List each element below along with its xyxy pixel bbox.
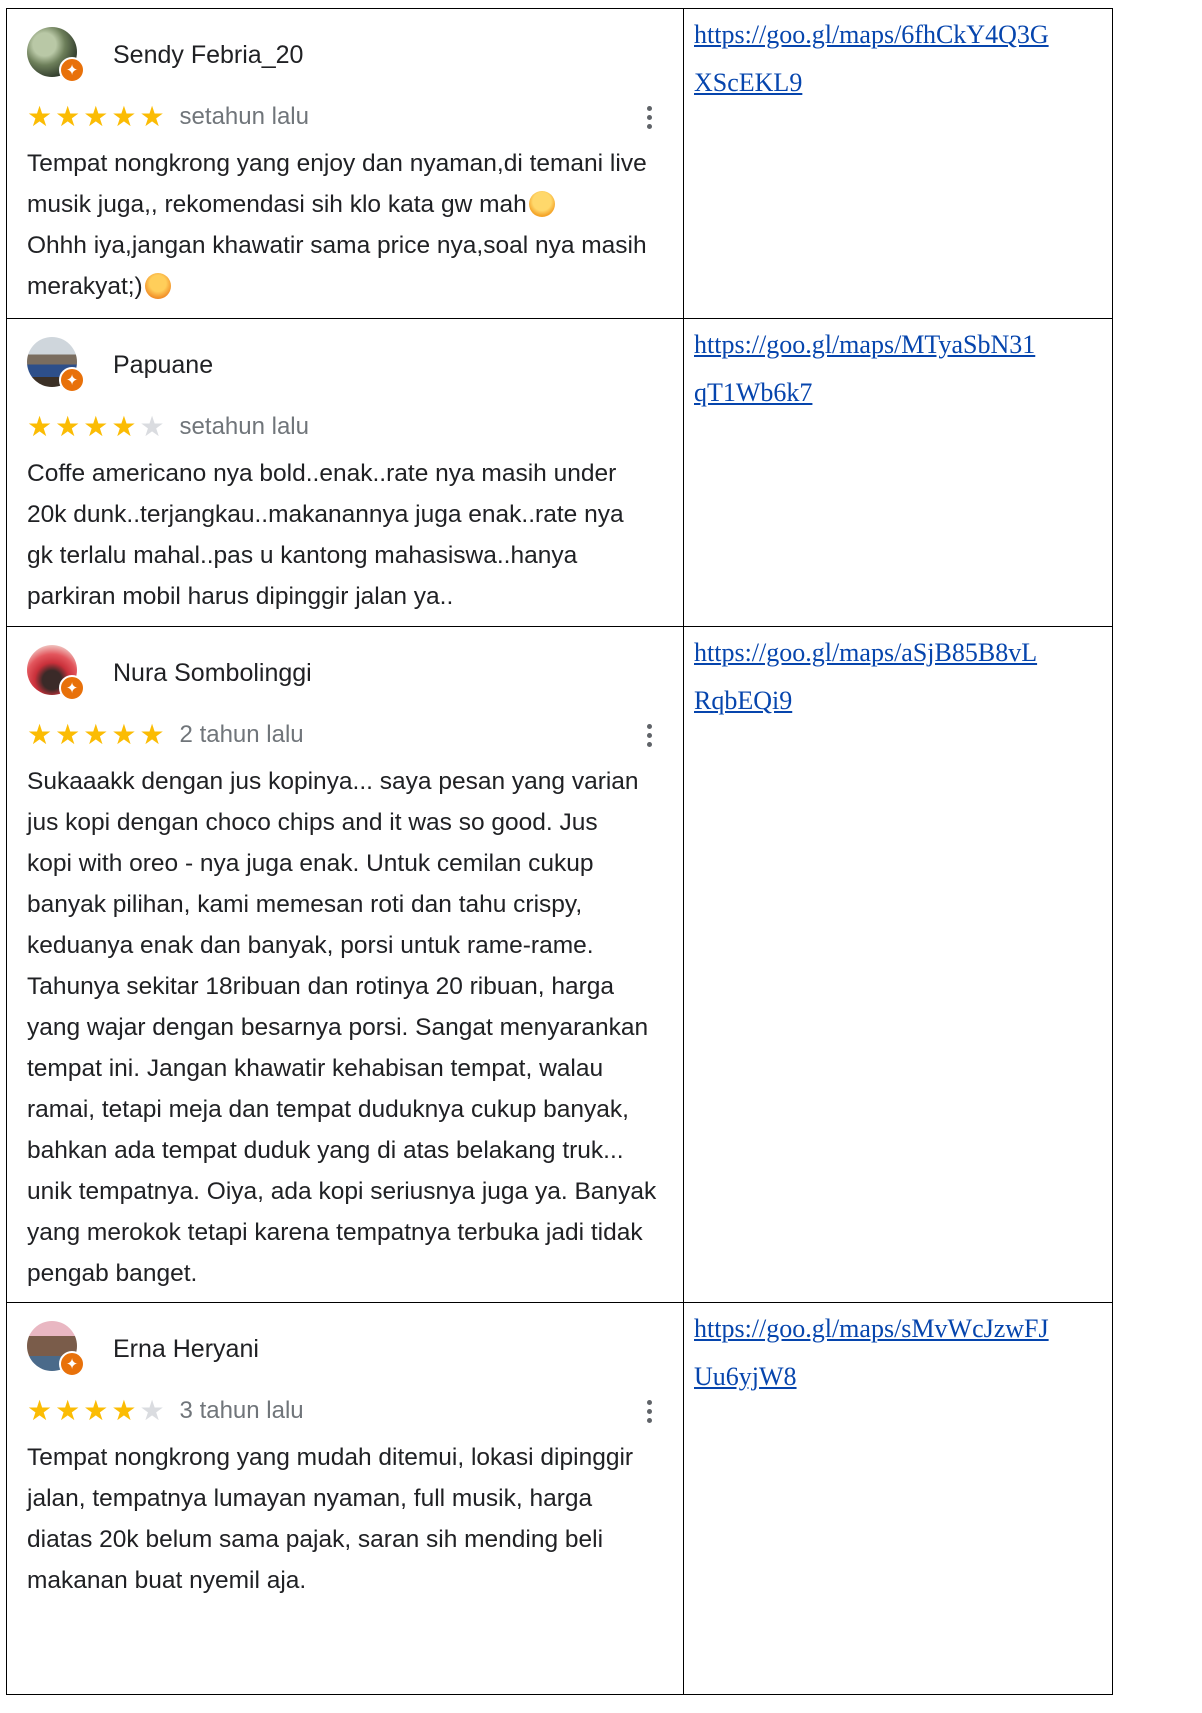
review-text-line: merakyat;) xyxy=(27,273,143,300)
star-rating: ★ ★ ★ ★ ★ xyxy=(27,1396,168,1426)
review-meta: ★ ★ ★ ★ ★ 3 tahun lalu xyxy=(27,1385,683,1437)
review-time: setahun lalu xyxy=(179,413,309,440)
star-icon: ★ xyxy=(111,410,137,443)
star-icon: ★ xyxy=(55,410,81,443)
link-line: XScEKL9 xyxy=(694,68,803,97)
review-meta: ★ ★ ★ ★ ★ setahun lalu xyxy=(27,91,683,143)
review-text: Tempat nongkrong yang enjoy dan nyaman,d… xyxy=(27,143,683,307)
link-line: Uu6yjW8 xyxy=(694,1362,797,1391)
star-icon: ★ xyxy=(139,1394,165,1427)
page: ✦ Sendy Febria_20 ★ ★ ★ ★ ★ setahun lalu Tem… xyxy=(0,0,1202,1713)
avatar[interactable]: ✦ xyxy=(27,27,85,83)
review-text: Tempat nongkrong yang mudah ditemui, lok… xyxy=(27,1444,634,1594)
link-line: RqbEQi9 xyxy=(694,686,793,715)
link-cell: https://goo.gl/maps/aSjB85B8vL RqbEQi9 xyxy=(683,626,1113,1303)
local-guide-badge-icon: ✦ xyxy=(59,1351,85,1377)
star-icon: ★ xyxy=(139,718,165,751)
star-rating: ★ ★ ★ ★ ★ xyxy=(27,102,168,132)
more-vert-icon[interactable] xyxy=(645,722,653,749)
more-vert-icon[interactable] xyxy=(645,1398,653,1425)
link-line: https://goo.gl/maps/6fhCkY4Q3G xyxy=(694,20,1049,49)
reviewer-name[interactable]: Erna Heryani xyxy=(113,1335,259,1364)
link-cell: https://goo.gl/maps/MTyaSbN31 qT1Wb6k7 xyxy=(683,318,1113,627)
more-vert-icon[interactable] xyxy=(645,104,653,131)
link-line: https://goo.gl/maps/aSjB85B8vL xyxy=(694,638,1038,667)
table-row: ✦ Sendy Febria_20 ★ ★ ★ ★ ★ setahun lalu Tem… xyxy=(6,8,1113,319)
local-guide-badge-icon: ✦ xyxy=(59,57,85,83)
star-icon: ★ xyxy=(139,410,165,443)
review-cell: ✦ Sendy Febria_20 ★ ★ ★ ★ ★ setahun lalu Tem… xyxy=(6,8,684,319)
review-time: 3 tahun lalu xyxy=(179,1397,304,1424)
link-line: https://goo.gl/maps/MTyaSbN31 xyxy=(694,330,1036,359)
star-icon: ★ xyxy=(55,1394,81,1427)
review-header: ✦ Nura Sombolinggi xyxy=(27,641,683,705)
star-icon: ★ xyxy=(139,100,165,133)
table-row: ✦ Erna Heryani ★ ★ ★ ★ ★ 3 tahun lalu Tempat… xyxy=(6,1302,1113,1695)
local-guide-badge-icon: ✦ xyxy=(59,675,85,701)
review-text-line: Tempat nongkrong yang enjoy dan nyaman,d… xyxy=(27,150,647,177)
star-icon: ★ xyxy=(111,1394,137,1427)
avatar[interactable]: ✦ xyxy=(27,337,85,393)
review-text: Coffe americano nya bold..enak..rate nya… xyxy=(27,460,624,610)
review-cell: ✦ Erna Heryani ★ ★ ★ ★ ★ 3 tahun lalu Tempat… xyxy=(6,1302,684,1695)
review-card: ✦ Erna Heryani ★ ★ ★ ★ ★ 3 tahun lalu Tempat… xyxy=(7,1303,683,1601)
star-icon: ★ xyxy=(27,410,53,443)
star-icon: ★ xyxy=(83,100,109,133)
star-icon: ★ xyxy=(27,718,53,751)
link-cell: https://goo.gl/maps/sMvWcJzwFJ Uu6yjW8 xyxy=(683,1302,1113,1695)
review-header: ✦ Papuane xyxy=(27,333,683,397)
review-meta: ★ ★ ★ ★ ★ 2 tahun lalu xyxy=(27,709,683,761)
reviews-table: ✦ Sendy Febria_20 ★ ★ ★ ★ ★ setahun lalu Tem… xyxy=(6,8,1113,1695)
review-text-line: musik juga,, rekomendasi sih klo kata gw… xyxy=(27,191,527,218)
avatar[interactable]: ✦ xyxy=(27,645,85,701)
maps-link[interactable]: https://goo.gl/maps/sMvWcJzwFJ Uu6yjW8 xyxy=(684,1303,1094,1401)
table-row: ✦ Nura Sombolinggi ★ ★ ★ ★ ★ 2 tahun lalu Su… xyxy=(6,626,1113,1303)
star-icon: ★ xyxy=(27,100,53,133)
star-icon: ★ xyxy=(83,718,109,751)
reviewer-name[interactable]: Papuane xyxy=(113,351,213,380)
maps-link[interactable]: https://goo.gl/maps/6fhCkY4Q3G XScEKL9 xyxy=(684,9,1094,107)
hugging-face-emoji-icon xyxy=(528,191,555,217)
review-header: ✦ Erna Heryani xyxy=(27,1317,683,1381)
star-icon: ★ xyxy=(55,100,81,133)
hand-over-mouth-emoji-icon xyxy=(144,273,171,299)
review-text: Sukaaakk dengan jus kopinya... saya pesa… xyxy=(27,768,657,1287)
link-line: https://goo.gl/maps/sMvWcJzwFJ xyxy=(694,1314,1049,1343)
link-cell: https://goo.gl/maps/6fhCkY4Q3G XScEKL9 xyxy=(683,8,1113,319)
star-rating: ★ ★ ★ ★ ★ xyxy=(27,412,168,442)
review-header: ✦ Sendy Febria_20 xyxy=(27,23,683,87)
table-row: ✦ Papuane ★ ★ ★ ★ ★ setahun lalu Coffe ameri… xyxy=(6,318,1113,627)
review-card: ✦ Papuane ★ ★ ★ ★ ★ setahun lalu Coffe ameri… xyxy=(7,319,683,617)
reviewer-name[interactable]: Sendy Febria_20 xyxy=(113,41,303,70)
star-icon: ★ xyxy=(111,718,137,751)
review-card: ✦ Sendy Febria_20 ★ ★ ★ ★ ★ setahun lalu Tem… xyxy=(7,9,683,307)
link-line: qT1Wb6k7 xyxy=(694,378,813,407)
review-time: setahun lalu xyxy=(179,103,309,130)
review-cell: ✦ Nura Sombolinggi ★ ★ ★ ★ ★ 2 tahun lalu Su… xyxy=(6,626,684,1303)
review-text-line: Ohhh iya,jangan khawatir sama price nya,… xyxy=(27,232,647,259)
reviewer-name[interactable]: Nura Sombolinggi xyxy=(113,659,312,688)
star-rating: ★ ★ ★ ★ ★ xyxy=(27,720,168,750)
star-icon: ★ xyxy=(83,1394,109,1427)
star-icon: ★ xyxy=(111,100,137,133)
star-icon: ★ xyxy=(55,718,81,751)
local-guide-badge-icon: ✦ xyxy=(59,367,85,393)
maps-link[interactable]: https://goo.gl/maps/aSjB85B8vL RqbEQi9 xyxy=(684,627,1094,725)
review-meta: ★ ★ ★ ★ ★ setahun lalu xyxy=(27,401,683,453)
review-cell: ✦ Papuane ★ ★ ★ ★ ★ setahun lalu Coffe ameri… xyxy=(6,318,684,627)
star-icon: ★ xyxy=(83,410,109,443)
star-icon: ★ xyxy=(27,1394,53,1427)
review-time: 2 tahun lalu xyxy=(179,721,304,748)
maps-link[interactable]: https://goo.gl/maps/MTyaSbN31 qT1Wb6k7 xyxy=(684,319,1094,417)
review-card: ✦ Nura Sombolinggi ★ ★ ★ ★ ★ 2 tahun lalu Su… xyxy=(7,627,683,1294)
avatar[interactable]: ✦ xyxy=(27,1321,85,1377)
